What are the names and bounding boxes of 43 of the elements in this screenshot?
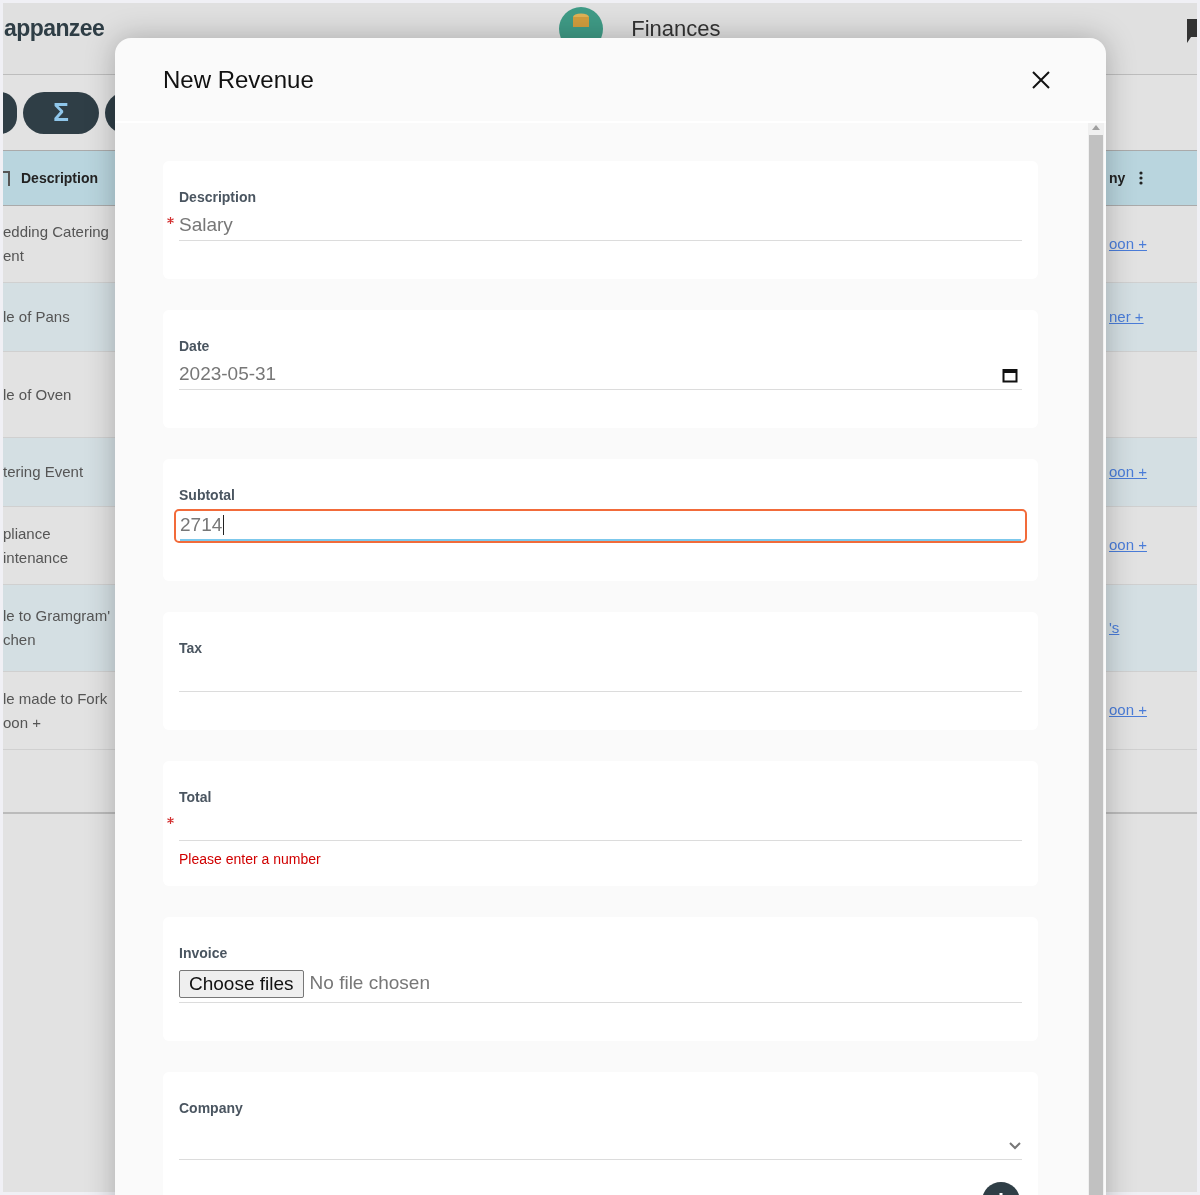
more-options-icon[interactable] (1139, 171, 1144, 185)
table-cell-text: le of Pans (3, 307, 71, 327)
company-link[interactable]: oon + (1103, 699, 1197, 722)
section-title: Finances (631, 15, 721, 43)
date-field[interactable]: 2023-05-31 (179, 360, 1022, 390)
field-value: Salary (179, 213, 233, 238)
field-label: Total (179, 789, 212, 805)
field-label: Invoice (179, 945, 228, 961)
calendar-icon[interactable] (1002, 366, 1018, 383)
field-label: Tax (179, 640, 203, 656)
choose-files-button[interactable]: Choose files (179, 969, 304, 998)
table-cell-text: le made to Fork oon + (3, 688, 109, 733)
input-field[interactable]: Salary (179, 211, 1022, 241)
table-cell-text: le to Gramgram' chen (3, 606, 112, 650)
file-field[interactable]: Choose files No file chosen (179, 965, 1022, 1003)
column-header[interactable]: Description (21, 167, 98, 189)
dialog-title: New Revenue (163, 64, 314, 95)
chevron-down-icon (1008, 1141, 1022, 1151)
field-label: Description (179, 189, 256, 205)
error-message: Please enter a number (179, 850, 322, 869)
close-icon[interactable] (1032, 70, 1050, 89)
sort-icon[interactable] (3, 170, 11, 186)
file-status: No file chosen (309, 971, 430, 996)
company-link[interactable]: oon + (1103, 534, 1197, 557)
column-header[interactable]: ny (1109, 167, 1126, 189)
toolbar-button[interactable]: Σ (23, 91, 99, 134)
logo: appanzee (4, 14, 105, 44)
coin-icon (572, 12, 591, 27)
field-value: 2023-05-31 (179, 362, 277, 387)
field-label: Subtotal (179, 487, 235, 503)
table-cell-text: tering Event (3, 462, 85, 482)
scrollbar[interactable] (1088, 123, 1104, 1195)
company-link[interactable]: oon + (1103, 460, 1197, 484)
table-cell-text: edding Catering ent (3, 222, 110, 266)
field-label: Date (179, 338, 210, 354)
table-cell-text: le of Oven (3, 384, 73, 405)
company-link[interactable]: oon + (1103, 232, 1197, 256)
input-field[interactable]: 2714 (180, 511, 1021, 541)
field-label: Company (179, 1100, 243, 1116)
company-link[interactable]: 's (1103, 616, 1197, 640)
table-cell-text: pliance intenance (3, 523, 70, 568)
company-link[interactable]: ner + (1103, 305, 1197, 329)
field-value: 2714 (180, 512, 223, 537)
